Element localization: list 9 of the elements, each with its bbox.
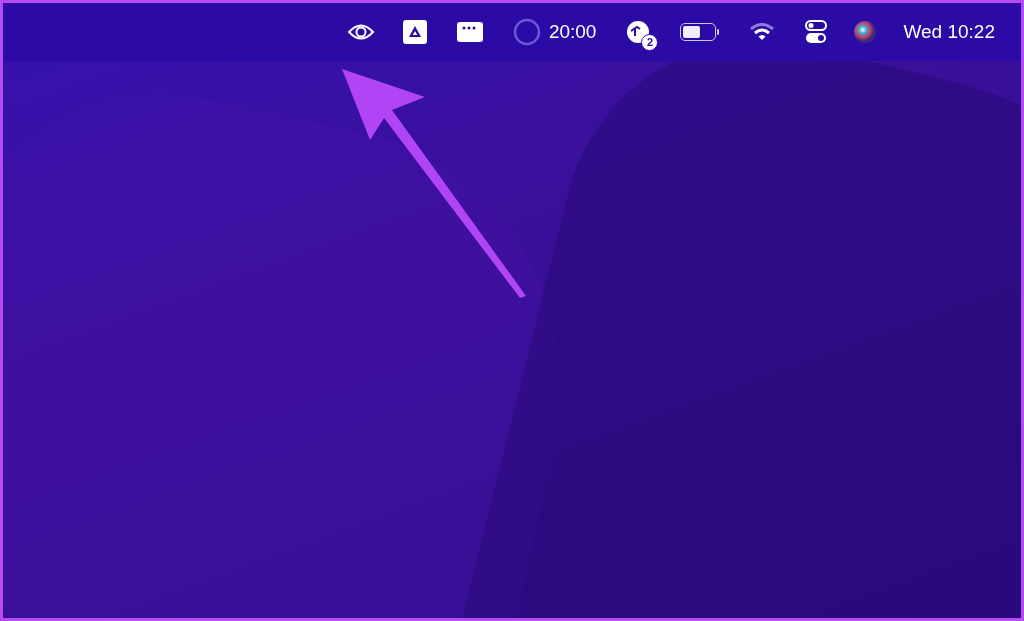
- wifi-icon[interactable]: [749, 22, 776, 42]
- eye-icon[interactable]: [346, 22, 375, 42]
- timer-text: 20:00: [548, 19, 597, 44]
- battery-icon[interactable]: [680, 23, 720, 41]
- clock-text[interactable]: Wed 10:22: [903, 17, 995, 47]
- toggle-switches-icon[interactable]: [805, 20, 828, 44]
- orb-icon[interactable]: [853, 20, 878, 44]
- window-icon[interactable]: [456, 22, 483, 42]
- count-badge: 2: [641, 34, 659, 51]
